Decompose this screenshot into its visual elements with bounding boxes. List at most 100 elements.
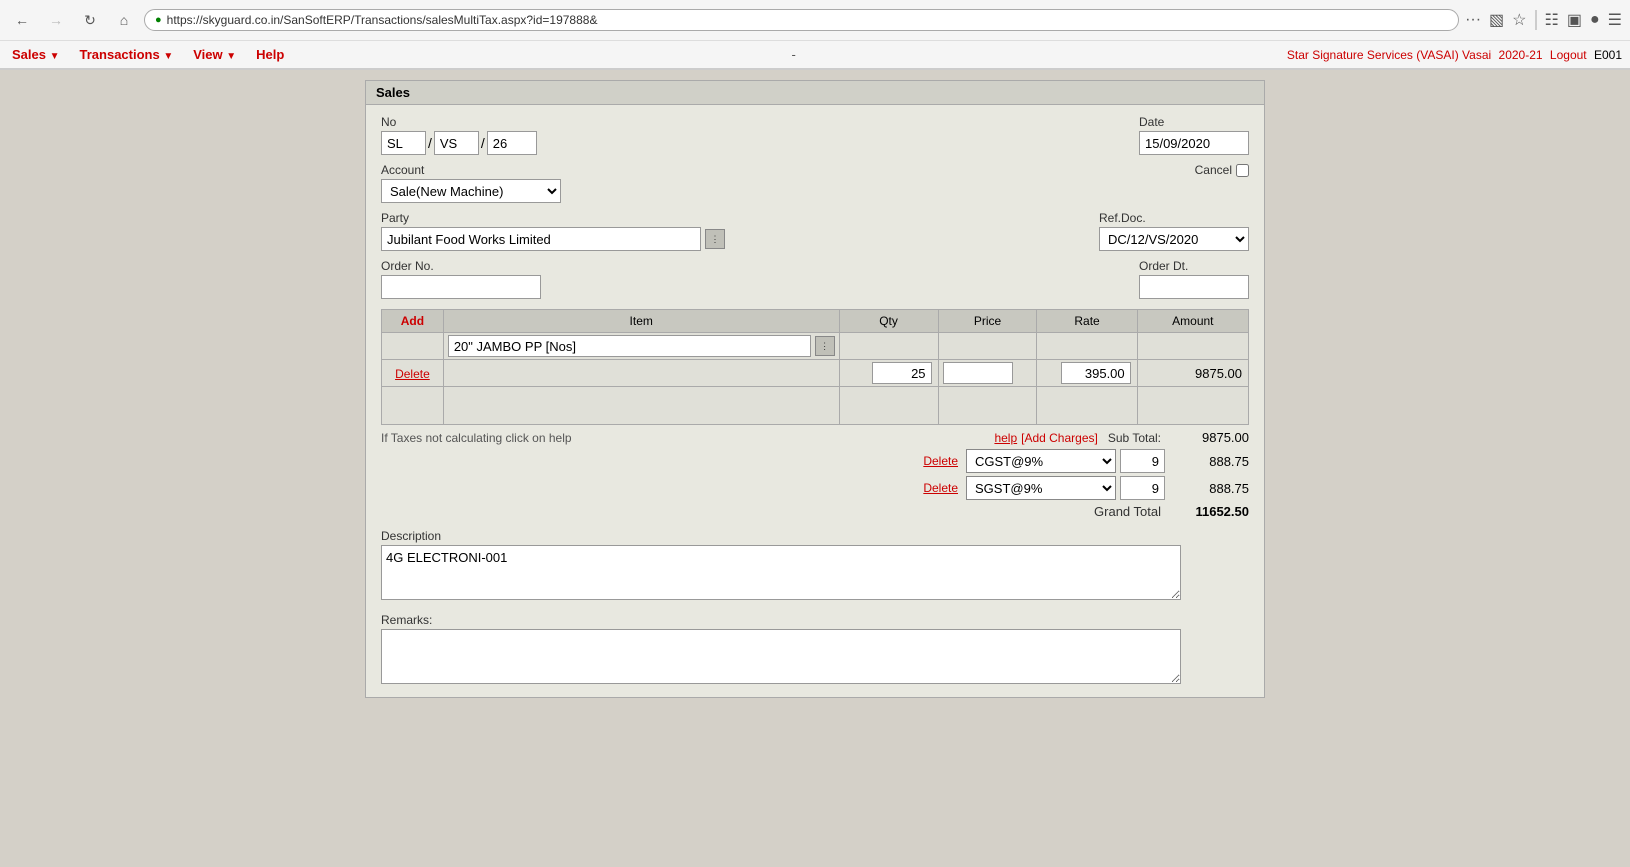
row-add-cell <box>382 333 444 360</box>
sub-total-value: 9875.00 <box>1169 430 1249 445</box>
menu-help[interactable]: Help <box>252 45 288 64</box>
slash1: / <box>428 131 432 155</box>
row-rate-cell <box>1037 333 1137 360</box>
no-part1-input[interactable]: SL <box>381 131 426 155</box>
party-grid-icon[interactable]: ⋮ <box>705 229 725 249</box>
menu-view[interactable]: View ▼ <box>189 45 240 64</box>
star-icon[interactable]: ☆ <box>1512 10 1526 30</box>
sgst-tax-row: Delete SGST@9% 888.75 <box>381 476 1249 500</box>
empty-qty-cell <box>839 387 938 425</box>
right-info: Star Signature Services (VASAI) Vasai 20… <box>1287 48 1622 62</box>
empty-item-cell <box>443 387 839 425</box>
empty-add-cell <box>382 387 444 425</box>
row-amount-cell <box>1137 333 1248 360</box>
row-item-cell: ⋮ <box>443 333 839 360</box>
empty-rate-cell <box>1037 387 1137 425</box>
cgst-tax-row: Delete CGST@9% 888.75 <box>381 449 1249 473</box>
row-item-desc-cell <box>443 360 839 387</box>
description-section: Description 4G ELECTRONI-001 <box>381 529 1249 603</box>
cgst-amount: 888.75 <box>1169 454 1249 469</box>
account-select[interactable]: Sale(New Machine) <box>381 179 561 203</box>
remarks-textarea[interactable] <box>381 629 1181 684</box>
sgst-delete-link[interactable]: Delete <box>923 481 958 495</box>
row-price-cell <box>938 333 1037 360</box>
empty-amount-cell <box>1137 387 1248 425</box>
help-row: If Taxes not calculating click on help h… <box>381 430 1249 445</box>
add-column-header[interactable]: Add <box>382 310 444 333</box>
no-part3-input[interactable]: 26 <box>487 131 537 155</box>
slash2: / <box>481 131 485 155</box>
grand-total-row: Grand Total 11652.50 <box>381 504 1249 519</box>
sgst-amount: 888.75 <box>1169 481 1249 496</box>
table-row-values: Delete 9875.00 <box>382 360 1249 387</box>
grand-total-value: 11652.50 <box>1169 504 1249 519</box>
orderno-input[interactable] <box>381 275 541 299</box>
delete-link[interactable]: Delete <box>395 367 430 381</box>
shield-icon[interactable]: ▧ <box>1489 10 1504 30</box>
orderdt-label: Order Dt. <box>1139 259 1249 273</box>
cancel-checkbox[interactable] <box>1236 164 1249 177</box>
items-table: Add Item Qty Price Rate Amount <box>381 309 1249 425</box>
tabs-icon[interactable]: ▣ <box>1567 10 1582 30</box>
price-column-header: Price <box>938 310 1037 333</box>
cgst-delete-link[interactable]: Delete <box>923 454 958 468</box>
remarks-section: Remarks: <box>381 613 1249 687</box>
qty-column-header: Qty <box>839 310 938 333</box>
item-grid-icon[interactable]: ⋮ <box>815 336 835 356</box>
library-icon[interactable]: ☷ <box>1545 10 1559 30</box>
qty-input[interactable] <box>872 362 932 384</box>
cgst-rate-input[interactable] <box>1120 449 1165 473</box>
row-amount-value: 9875.00 <box>1137 360 1248 387</box>
back-button[interactable]: ← <box>8 6 36 34</box>
panel-title: Sales <box>366 81 1264 105</box>
sub-total-label: Sub Total: <box>1108 431 1161 445</box>
no-label: No <box>381 115 537 129</box>
rate-input[interactable] <box>1061 362 1131 384</box>
home-button[interactable]: ⌂ <box>110 6 138 34</box>
empty-price-cell <box>938 387 1037 425</box>
no-part2-input[interactable]: VS <box>434 131 479 155</box>
cgst-tax-select[interactable]: CGST@9% <box>966 449 1116 473</box>
sales-form-panel: Sales No SL / VS / 26 <box>365 80 1265 698</box>
sgst-tax-select[interactable]: SGST@9% <box>966 476 1116 500</box>
description-label: Description <box>381 529 1249 543</box>
amount-column-header: Amount <box>1137 310 1248 333</box>
totals-section: If Taxes not calculating click on help h… <box>381 430 1249 519</box>
grand-total-label: Grand Total <box>1094 504 1161 519</box>
date-input[interactable]: 15/09/2020 <box>1139 131 1249 155</box>
date-label: Date <box>1139 115 1249 129</box>
party-input[interactable]: Jubilant Food Works Limited <box>381 227 701 251</box>
row-price-value <box>938 360 1037 387</box>
menu-separator: - <box>300 47 1287 62</box>
profile-icon[interactable]: ● <box>1590 11 1600 29</box>
remarks-label: Remarks: <box>381 613 1249 627</box>
row-qty-value[interactable] <box>839 360 938 387</box>
rate-column-header: Rate <box>1037 310 1137 333</box>
page-wrapper: Sales No SL / VS / 26 <box>0 70 1630 857</box>
forward-button[interactable]: → <box>42 6 70 34</box>
help-link[interactable]: help <box>994 431 1017 445</box>
item-input[interactable] <box>448 335 811 357</box>
account-label: Account <box>381 163 561 177</box>
browser-icons: ··· ▧ ☆ ☷ ▣ ● ☰ <box>1465 10 1622 30</box>
price-input[interactable] <box>943 362 1013 384</box>
lock-icon: ● <box>155 14 162 26</box>
tax-help-text: If Taxes not calculating click on help <box>381 431 572 445</box>
hamburger-icon[interactable]: ☰ <box>1608 10 1622 30</box>
menu-dots-icon[interactable]: ··· <box>1465 11 1481 29</box>
sgst-rate-input[interactable] <box>1120 476 1165 500</box>
orderno-label: Order No. <box>381 259 541 273</box>
empty-item-textarea[interactable] <box>448 389 835 419</box>
row-qty-cell <box>839 333 938 360</box>
reload-button[interactable]: ↻ <box>76 6 104 34</box>
menu-transactions[interactable]: Transactions ▼ <box>76 45 178 64</box>
menu-sales[interactable]: Sales ▼ <box>8 45 64 64</box>
row-delete-cell: Delete <box>382 360 444 387</box>
address-bar[interactable]: ● https://skyguard.co.in/SanSoftERP/Tran… <box>144 9 1459 31</box>
refdoc-select[interactable]: DC/12/VS/2020 <box>1099 227 1249 251</box>
add-charges-link[interactable]: [Add Charges] <box>1021 431 1098 445</box>
orderdt-input[interactable] <box>1139 275 1249 299</box>
row-rate-value <box>1037 360 1137 387</box>
refdoc-label: Ref.Doc. <box>1099 211 1249 225</box>
description-textarea[interactable]: 4G ELECTRONI-001 <box>381 545 1181 600</box>
